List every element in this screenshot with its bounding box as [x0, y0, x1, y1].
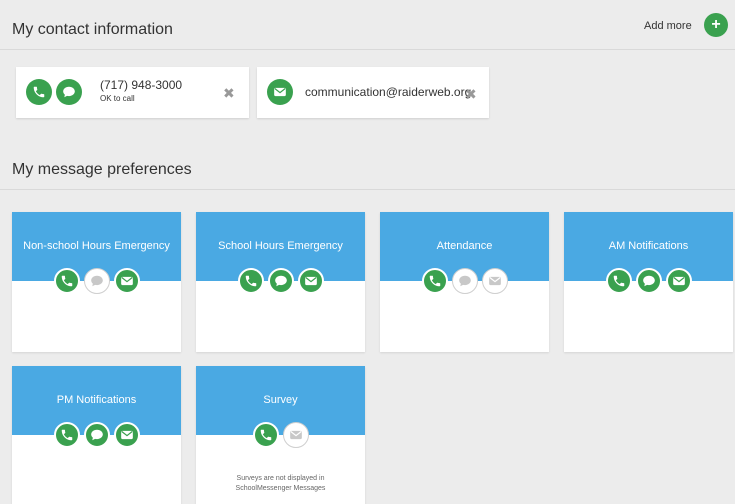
- channel-toggles: [196, 268, 365, 294]
- card-title: Survey: [263, 394, 298, 406]
- survey-note: Surveys are not displayed in SchoolMessen…: [196, 474, 365, 494]
- remove-email-icon[interactable]: ✖: [465, 87, 477, 101]
- phone-status: OK to call: [100, 94, 135, 103]
- email-icon[interactable]: [282, 422, 309, 448]
- remove-phone-icon[interactable]: ✖: [223, 86, 235, 100]
- channel-toggles: [196, 422, 365, 448]
- divider: [0, 189, 735, 190]
- card-title: Non-school Hours Emergency: [23, 240, 170, 252]
- card-title: Attendance: [436, 240, 493, 252]
- email-address: communication@raiderweb.org: [305, 85, 472, 99]
- preference-card: PM Notifications: [12, 366, 181, 504]
- phone-icon[interactable]: [421, 268, 448, 294]
- email-contact-card: communication@raiderweb.org ✖: [257, 67, 489, 118]
- phone-number: (717) 948-3000: [100, 78, 183, 92]
- preference-card: Survey Surveys are not displayed in School…: [196, 366, 365, 504]
- sms-icon[interactable]: [56, 79, 82, 105]
- phone-icon[interactable]: [605, 268, 632, 294]
- sms-icon[interactable]: [635, 268, 662, 294]
- contact-section-title: My contact information: [12, 21, 173, 38]
- card-title: AM Notifications: [608, 240, 689, 252]
- add-contact-button[interactable]: +: [704, 13, 728, 37]
- sms-icon[interactable]: [267, 268, 294, 294]
- note-line: SchoolMessenger Messages: [235, 485, 326, 492]
- preference-card: School Hours Emergency: [196, 212, 365, 352]
- sms-icon[interactable]: [83, 268, 110, 294]
- phone-icon[interactable]: [26, 79, 52, 105]
- preferences-section-title: My message preferences: [12, 161, 192, 178]
- email-icon[interactable]: [113, 422, 140, 448]
- sms-icon[interactable]: [83, 422, 110, 448]
- email-icon[interactable]: [481, 268, 508, 294]
- phone-icon[interactable]: [237, 268, 264, 294]
- card-title: School Hours Emergency: [218, 240, 343, 252]
- card-title: PM Notifications: [56, 394, 137, 406]
- phone-icon[interactable]: [252, 422, 279, 448]
- channel-toggles: [380, 268, 549, 294]
- channel-toggles: [564, 268, 733, 294]
- phone-icon[interactable]: [53, 422, 80, 448]
- preference-card: AM Notifications: [564, 212, 733, 352]
- preference-card: Non-school Hours Emergency: [12, 212, 181, 352]
- email-icon[interactable]: [297, 268, 324, 294]
- add-more-link[interactable]: Add more: [644, 20, 692, 32]
- email-icon[interactable]: [267, 79, 293, 105]
- email-icon[interactable]: [113, 268, 140, 294]
- channel-toggles: [12, 422, 181, 448]
- email-icon[interactable]: [665, 268, 692, 294]
- note-line: Surveys are not displayed in: [236, 475, 325, 482]
- preference-card: Attendance: [380, 212, 549, 352]
- phone-contact-card: (717) 948-3000 OK to call ✖: [16, 67, 249, 118]
- channel-toggles: [12, 268, 181, 294]
- phone-icon[interactable]: [53, 268, 80, 294]
- sms-icon[interactable]: [451, 268, 478, 294]
- divider: [0, 49, 735, 50]
